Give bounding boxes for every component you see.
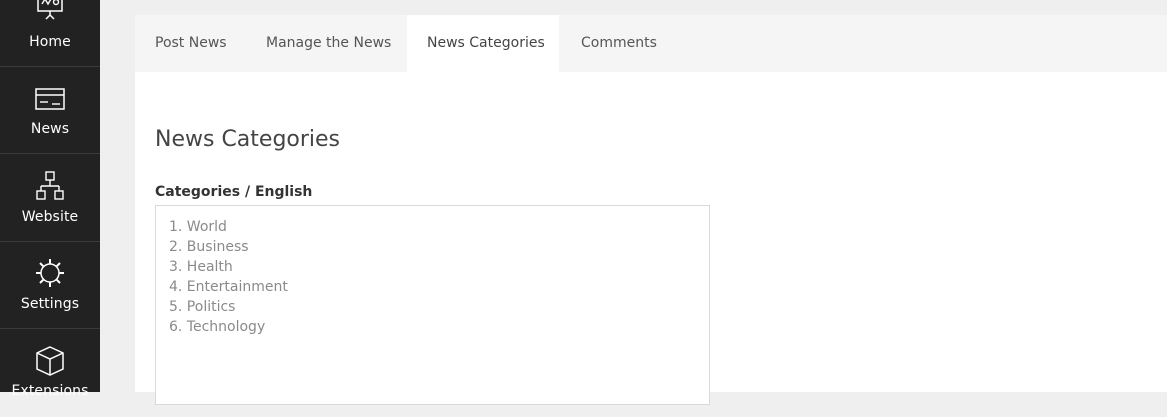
sitemap-icon [36,171,64,200]
tab-manage-the-news[interactable]: Manage the News [246,15,411,72]
sidebar-item-website[interactable]: Website [0,155,100,242]
sidebar-item-home[interactable]: Home [0,0,100,67]
sidebar-item-news[interactable]: News [0,67,100,154]
card-icon [35,88,65,110]
sidebar-item-settings[interactable]: Settings [0,242,100,329]
categories-field-label: Categories / English [155,184,313,200]
sidebar-item-label: Website [21,209,79,225]
gear-icon [36,259,64,287]
tab-bar: Post News Manage the News News Categorie… [135,15,1167,72]
category-line: 6. Technology [169,319,266,335]
sidebar: Home News Website Settings Extensions [0,0,100,399]
category-line: 2. Business [169,239,249,255]
box-icon [36,346,64,376]
tab-post-news[interactable]: Post News [135,15,247,72]
main-panel: Post News Manage the News News Categorie… [135,15,1167,405]
tab-comments[interactable]: Comments [561,15,677,72]
sidebar-item-label: Settings [20,296,80,312]
category-line: 5. Politics [169,299,236,315]
category-line: 1. World [169,219,227,235]
sidebar-item-label: News [30,121,70,137]
tab-news-categories[interactable]: News Categories [407,15,559,72]
page-title: News Categories [155,127,341,152]
category-line: 4. Entertainment [169,279,288,295]
category-line: 3. Health [169,259,233,275]
sidebar-item-label: Extensions [11,383,89,399]
presentation-board-icon [37,0,63,20]
categories-textarea[interactable]: 1. World 2. Business 3. Health 4. Entert… [155,205,710,405]
sidebar-item-label: Home [29,34,71,50]
sidebar-item-extensions[interactable]: Extensions [0,330,100,417]
